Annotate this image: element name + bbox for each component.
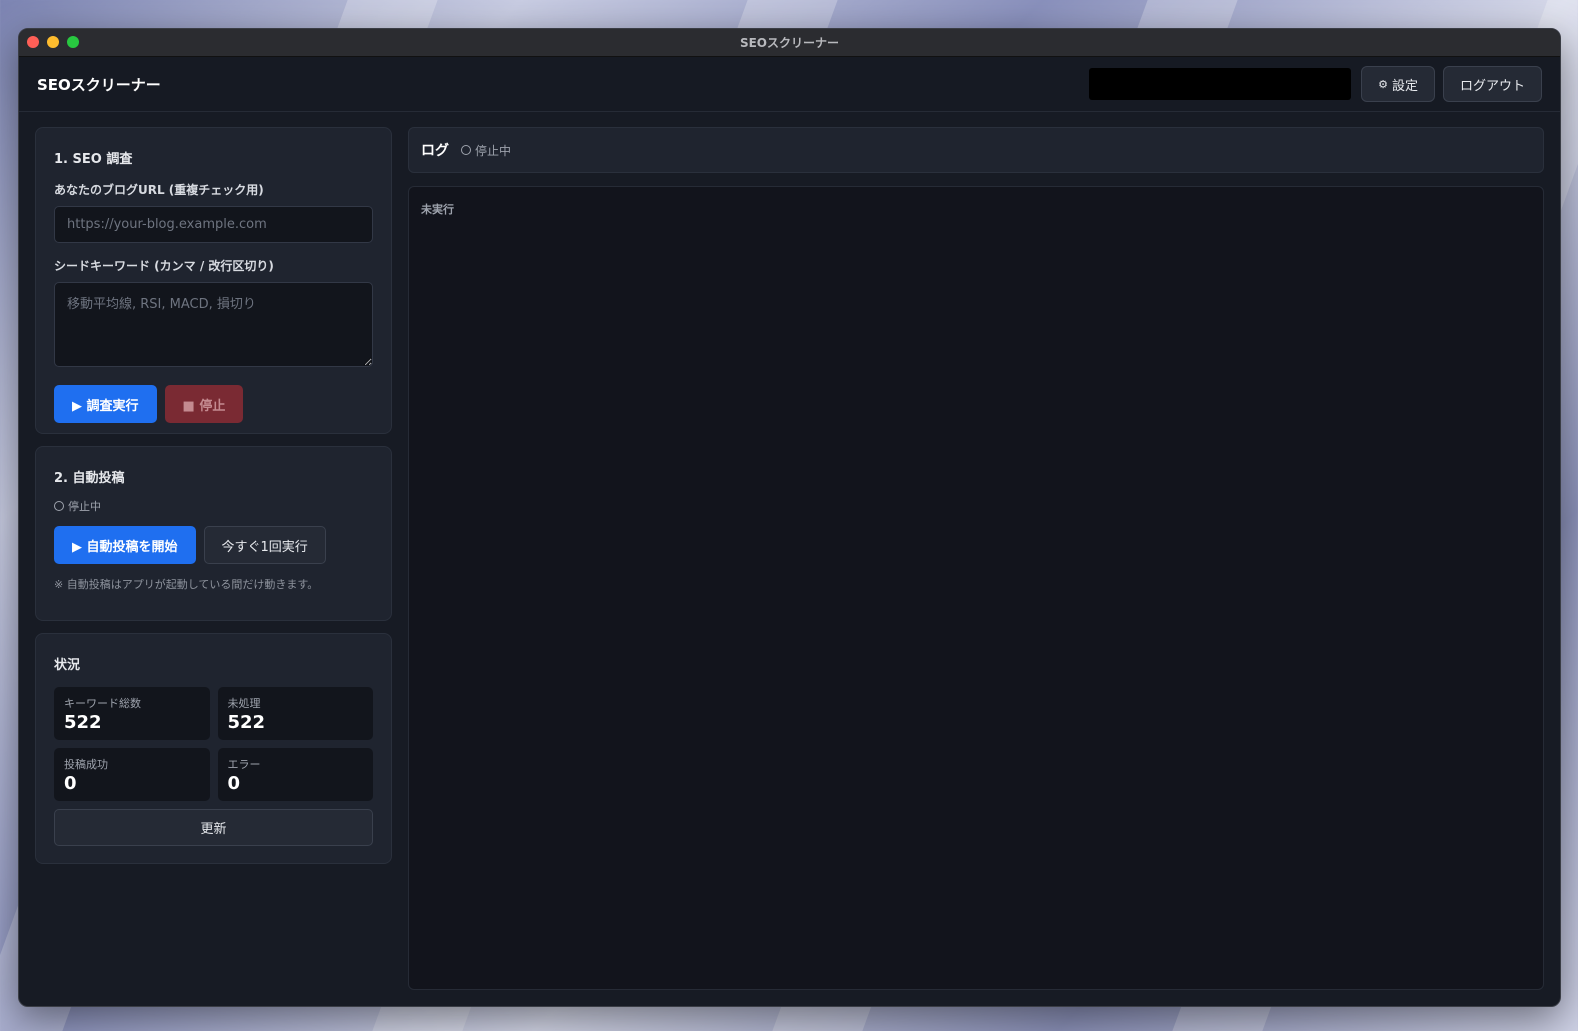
window-title: SEOスクリーナー	[739, 36, 840, 50]
log-status: 停止中	[461, 142, 511, 159]
main-content: 1. SEO 調査 あなたのブログURL (重複チェック用) シードキーワード …	[19, 112, 1560, 1006]
stat-label: 未処理	[227, 697, 261, 710]
redacted-user-info	[1089, 68, 1352, 100]
log-content: 未実行	[421, 203, 454, 216]
seo-research-card: 1. SEO 調査 あなたのブログURL (重複チェック用) シードキーワード …	[35, 127, 392, 434]
stats-grid: キーワード総数 522 未処理 522 投稿成功 0 エラー 0	[54, 687, 373, 801]
logout-button[interactable]: ログアウト	[1442, 66, 1542, 102]
left-panel: 1. SEO 調査 あなたのブログURL (重複チェック用) シードキーワード …	[35, 127, 392, 876]
blog-url-input[interactable]	[54, 206, 373, 243]
refresh-button[interactable]: 更新	[54, 809, 373, 846]
log-status-text: 停止中	[475, 143, 512, 158]
minimize-window-button[interactable]	[47, 36, 59, 48]
settings-label: 設定	[1391, 78, 1418, 94]
log-title: ログ	[421, 143, 449, 159]
stat-value: 0	[227, 773, 241, 794]
stat-label: キーワード総数	[64, 697, 141, 710]
stat-label: 投稿成功	[64, 758, 108, 771]
blog-url-label: あなたのブログURL (重複チェック用)	[54, 183, 264, 197]
stat-post-success: 投稿成功 0	[54, 748, 210, 801]
stat-value: 522	[64, 712, 102, 733]
app-title: SEOスクリーナー	[37, 75, 161, 94]
stat-label: エラー	[227, 758, 261, 771]
seed-keywords-label: シードキーワード (カンマ / 改行区切り)	[54, 259, 274, 273]
stat-value: 522	[227, 712, 266, 733]
status-circle-icon	[461, 145, 471, 155]
header-actions: ⚙ 設定 ログアウト	[1089, 66, 1542, 102]
status-title: 状況	[54, 658, 81, 673]
run-once-button[interactable]: 今すぐ1回実行	[203, 526, 326, 564]
auto-post-title: 2. 自動投稿	[54, 471, 125, 486]
auto-post-note: ※ 自動投稿はアプリが起動している間だけ動きます。	[54, 578, 319, 591]
auto-post-status: 停止中	[54, 498, 373, 514]
stat-value: 0	[64, 773, 77, 794]
status-circle-icon	[54, 501, 64, 511]
close-window-button[interactable]	[27, 36, 39, 48]
app-header: SEOスクリーナー ⚙ 設定 ログアウト	[19, 57, 1560, 112]
stat-unprocessed: 未処理 522	[217, 687, 373, 740]
settings-button[interactable]: ⚙ 設定	[1361, 66, 1435, 102]
gear-icon: ⚙	[1378, 77, 1388, 91]
stat-errors: エラー 0	[217, 748, 373, 801]
research-actions: ▶ 調査実行 ■ 停止	[54, 385, 373, 423]
log-output[interactable]: 未実行	[408, 186, 1544, 990]
log-panel: ログ 停止中 未実行	[408, 127, 1544, 990]
stop-button[interactable]: ■ 停止	[164, 385, 244, 423]
start-auto-post-button[interactable]: ▶ 自動投稿を開始	[54, 526, 196, 564]
zoom-window-button[interactable]	[67, 36, 79, 48]
app-window: SEOスクリーナー SEOスクリーナー ⚙ 設定 ログアウト 1. SEO 調査…	[18, 28, 1561, 1007]
auto-post-actions: ▶ 自動投稿を開始 今すぐ1回実行	[54, 526, 373, 564]
window-controls	[27, 36, 79, 48]
stat-total-keywords: キーワード総数 522	[54, 687, 210, 740]
auto-post-card: 2. 自動投稿 停止中 ▶ 自動投稿を開始 今すぐ1回実行 ※ 自動投稿はアプリ…	[35, 446, 392, 621]
title-bar: SEOスクリーナー	[19, 29, 1560, 57]
status-card: 状況 キーワード総数 522 未処理 522 投稿成功 0 エラー 0 更新	[35, 633, 392, 864]
seed-keywords-textarea[interactable]	[54, 282, 373, 367]
auto-post-status-text: 停止中	[68, 500, 101, 513]
log-header: ログ 停止中	[408, 127, 1544, 173]
run-research-button[interactable]: ▶ 調査実行	[54, 385, 157, 423]
seo-research-title: 1. SEO 調査	[54, 152, 133, 167]
